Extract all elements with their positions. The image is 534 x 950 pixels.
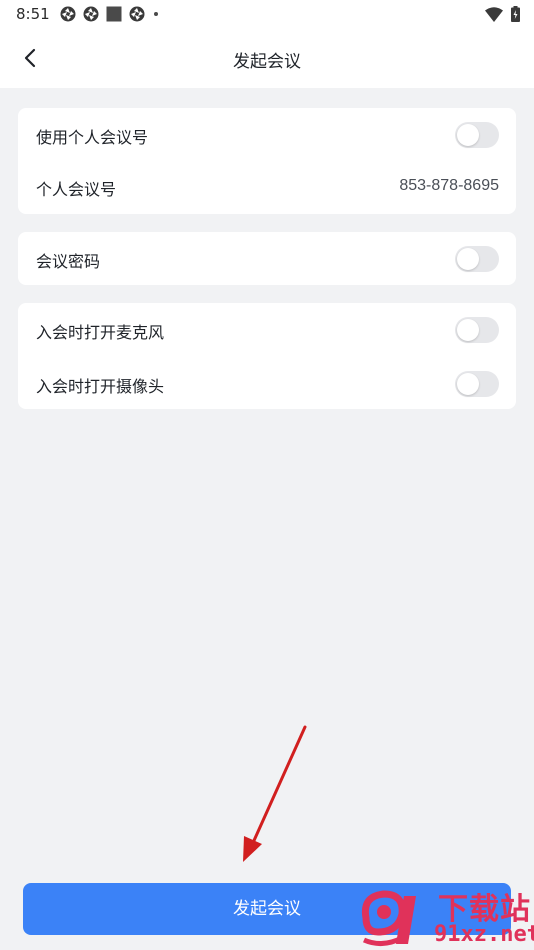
watermark-logo-icon xyxy=(361,890,416,946)
wifi-icon xyxy=(485,6,503,22)
notification-icons xyxy=(60,6,160,22)
toggle-knob xyxy=(457,124,479,146)
app-header: 发起会议 xyxy=(0,28,534,88)
site-watermark: 下载站 91xz.net xyxy=(358,882,534,950)
camera-on-join-toggle[interactable] xyxy=(455,371,499,397)
use-personal-id-label: 使用个人会议号 xyxy=(36,128,149,147)
system-icons xyxy=(485,6,520,22)
status-time: 8:51 xyxy=(16,5,50,23)
app-notification-icon xyxy=(83,6,99,22)
meeting-password-row[interactable]: 会议密码 xyxy=(18,233,516,285)
more-notifications-dot-icon xyxy=(154,12,158,16)
av-settings-card: 入会时打开麦克风 入会时打开摄像头 xyxy=(18,303,516,409)
toggle-knob xyxy=(457,373,479,395)
use-personal-id-toggle[interactable] xyxy=(455,122,499,148)
mic-on-join-row[interactable]: 入会时打开麦克风 xyxy=(18,304,516,356)
battery-charging-icon xyxy=(511,6,520,22)
toggle-knob xyxy=(457,319,479,341)
status-bar: 8:51 xyxy=(0,0,534,28)
personal-id-value: 853-878-8695 xyxy=(399,177,499,194)
app-notification-icon xyxy=(129,6,145,22)
mic-on-join-label: 入会时打开麦克风 xyxy=(36,323,165,342)
app-notification-icon xyxy=(60,6,76,22)
use-personal-id-row[interactable]: 使用个人会议号 xyxy=(18,109,516,161)
mic-on-join-toggle[interactable] xyxy=(455,317,499,343)
personal-id-label: 个人会议号 xyxy=(36,180,117,199)
watermark-text-line2: 91xz.net xyxy=(434,922,534,947)
square-notification-icon xyxy=(106,6,122,22)
personal-meeting-card: 使用个人会议号 个人会议号 853-878-8695 xyxy=(18,108,516,214)
page-title: 发起会议 xyxy=(233,52,301,72)
meeting-password-toggle[interactable] xyxy=(455,246,499,272)
password-card: 会议密码 xyxy=(18,232,516,285)
camera-on-join-label: 入会时打开摄像头 xyxy=(36,377,165,396)
camera-on-join-row[interactable]: 入会时打开摄像头 xyxy=(18,358,516,410)
meeting-password-label: 会议密码 xyxy=(36,252,101,271)
toggle-knob xyxy=(457,248,479,270)
personal-id-row: 个人会议号 853-878-8695 xyxy=(18,161,516,213)
